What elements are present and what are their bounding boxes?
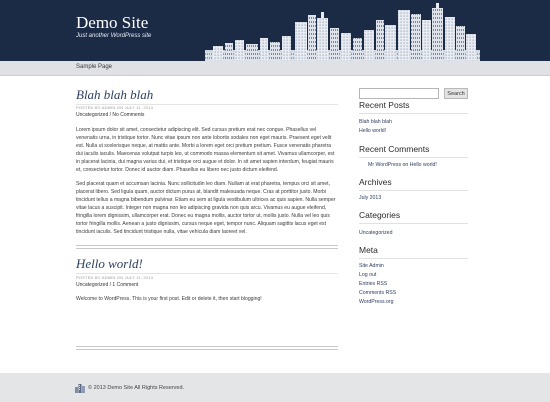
post-separator (76, 346, 338, 350)
comment-post-link[interactable]: Hello world! (410, 162, 437, 168)
post-meta-block: POSTED BY ADMIN ON JULY 11, 2013 Uncateg… (76, 275, 338, 288)
comments-link[interactable]: No Comments (112, 112, 144, 118)
meta-link-comments-rss[interactable]: Comments RSS (359, 290, 396, 296)
post-paragraph: Sed placerat quam et accumsan lacinia. N… (76, 181, 336, 235)
footer-copyright: © 2013 Demo Site All Rights Reserved. (88, 385, 185, 391)
category-link[interactable]: Uncategorized (76, 112, 108, 118)
divider (359, 190, 468, 191)
post-content: Lorem ipsum dolor sit amet, consectetur … (76, 126, 338, 236)
post-paragraph: Lorem ipsum dolor sit amet, consectetur … (76, 127, 335, 173)
meta-link-site-admin[interactable]: Site Admin (359, 263, 384, 269)
divider (76, 273, 338, 274)
main-navigation: Sample Page (0, 61, 550, 76)
post-meta-block: POSTED BY ADMIN ON JULY 11, 2013 Uncateg… (76, 105, 338, 118)
meta-link-log-out[interactable]: Log out (359, 272, 376, 278)
comment-on-text: on (401, 162, 410, 168)
buildings-icon (75, 384, 85, 393)
site-description: Just another WordPress site (76, 33, 152, 39)
widget-title-recent-comments: Recent Comments (359, 144, 430, 154)
post-blah-blah-blah: Blah blah blah (76, 88, 338, 101)
widget-title-archives: Archives (359, 177, 392, 187)
comments-link[interactable]: 1 Comment (112, 282, 138, 288)
search-input[interactable] (359, 88, 439, 99)
recent-post-link[interactable]: Hello world! (359, 128, 386, 134)
widget-title-recent-posts: Recent Posts (359, 100, 410, 110)
meta-link-entries-rss[interactable]: Entries RSS (359, 281, 387, 287)
post-categories: Uncategorized / No Comments (76, 112, 338, 118)
search-button[interactable]: Search (444, 88, 468, 99)
post-title[interactable]: Hello world! (76, 257, 338, 270)
site-title[interactable]: Demo Site (76, 14, 148, 31)
post-meta: POSTED BY ADMIN ON JULY 11, 2013 (76, 105, 154, 110)
post-paragraph: Welcome to WordPress. This is your first… (76, 296, 262, 302)
nav-item-sample-page[interactable]: Sample Page (76, 64, 112, 70)
category-link[interactable]: Uncategorized (76, 282, 108, 288)
divider (359, 223, 468, 224)
divider (359, 113, 468, 114)
meta-link-wordpress-org[interactable]: WordPress.org (359, 299, 394, 305)
category-link[interactable]: Uncategorized (359, 230, 392, 236)
recent-post-link[interactable]: Blah blah blah (359, 119, 392, 125)
divider (359, 157, 468, 158)
post-separator (76, 245, 338, 249)
divider (359, 258, 468, 259)
city-skyline-image (205, 3, 480, 61)
post-title[interactable]: Blah blah blah (76, 88, 338, 101)
post-hello-world: Hello world! (76, 257, 338, 270)
widget-title-categories: Categories (359, 210, 401, 220)
recent-comment-item: Mr WordPress on Hello world! (368, 162, 437, 168)
post-meta: POSTED BY ADMIN ON JULY 11, 2013 (76, 275, 154, 280)
post-content: Welcome to WordPress. This is your first… (76, 295, 338, 303)
archive-link[interactable]: July 2013 (359, 195, 381, 201)
comment-author-link[interactable]: Mr WordPress (368, 162, 401, 168)
site-header: Demo Site Just another WordPress site (0, 0, 550, 61)
site-footer: © 2013 Demo Site All Rights Reserved. (0, 373, 550, 402)
post-categories: Uncategorized / 1 Comment (76, 282, 338, 288)
widget-title-meta: Meta (359, 245, 378, 255)
